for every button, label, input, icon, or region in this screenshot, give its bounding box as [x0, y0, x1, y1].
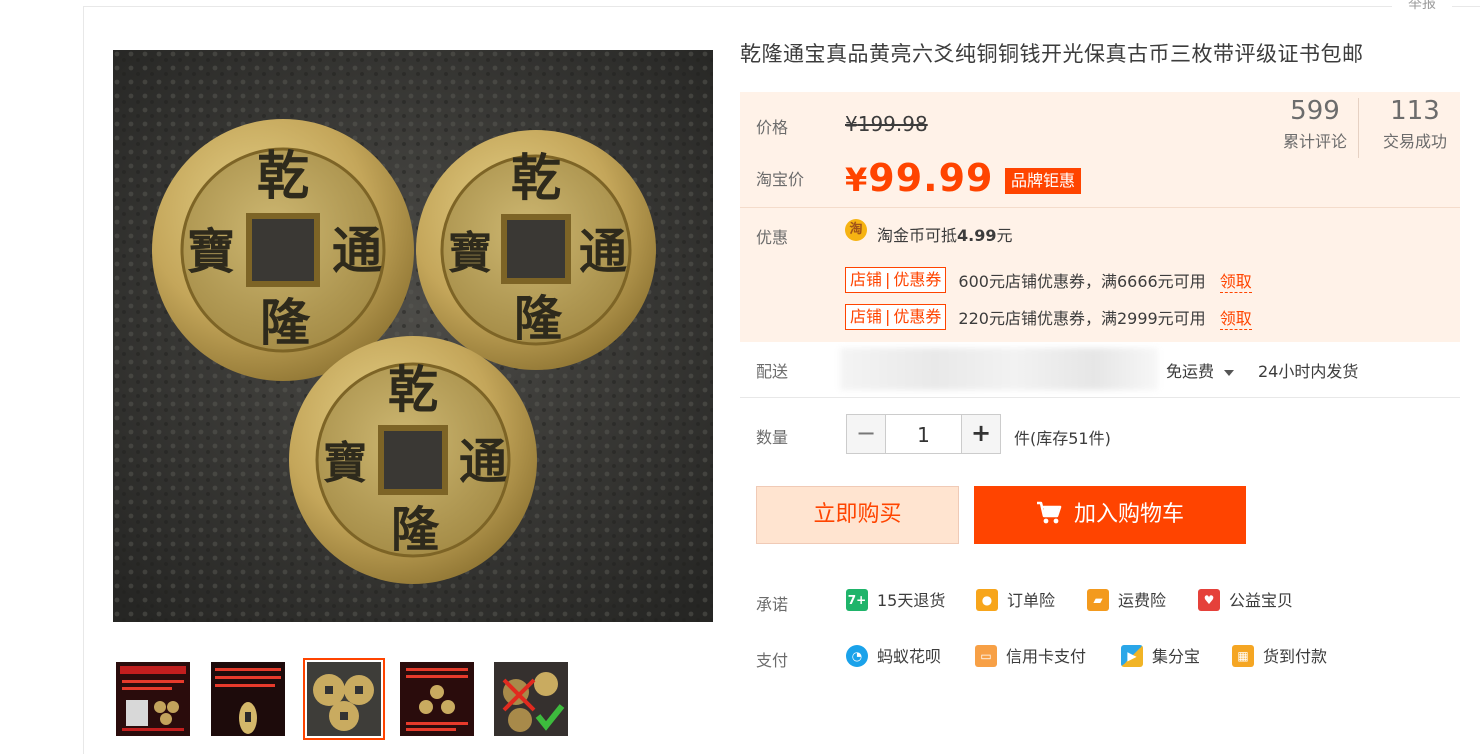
- promise-return[interactable]: 7+ 15天退货: [846, 588, 945, 614]
- promise-charity[interactable]: ♥ 公益宝贝: [1198, 588, 1293, 614]
- svg-text:通: 通: [332, 221, 382, 280]
- taojinbi-icon: 淘: [845, 219, 867, 241]
- delivery-label: 配送: [756, 362, 789, 381]
- svg-text:寶: 寶: [187, 224, 235, 280]
- brand-discount-badge: 品牌钜惠: [1005, 168, 1082, 194]
- sun-icon: ●: [976, 588, 998, 611]
- pay-cash-on-delivery[interactable]: ▦ 货到付款: [1232, 644, 1327, 670]
- review-count-stat[interactable]: 599 累计评论: [1270, 96, 1360, 152]
- pay-credit-card[interactable]: ▭ 信用卡支付: [975, 644, 1086, 670]
- shipping-fee-dropdown[interactable]: 免运费: [1166, 358, 1235, 382]
- thumbnail-2[interactable]: [211, 662, 285, 736]
- taobao-price-label: 淘宝价: [756, 170, 805, 189]
- svg-text:通: 通: [459, 434, 507, 490]
- decrease-button[interactable]: −: [846, 414, 886, 454]
- ship-time: 24小时内发货: [1258, 362, 1359, 381]
- stock-info: 件(库存51件): [1014, 429, 1111, 448]
- quantity-input[interactable]: 1: [886, 414, 961, 454]
- svg-text:乾: 乾: [511, 148, 561, 207]
- thumbnail-3-selected[interactable]: [303, 658, 385, 740]
- thumbnail-4[interactable]: [400, 662, 474, 736]
- trade-count-stat: 113 交易成功: [1382, 96, 1447, 151]
- stats-divider: [1358, 98, 1359, 158]
- svg-text:隆: 隆: [514, 291, 563, 347]
- taobao-price: ¥99.99: [845, 156, 994, 200]
- cart-icon: [1036, 501, 1062, 524]
- price-label: 价格: [756, 118, 789, 137]
- coupon-row-2: 店铺 | 优惠券 220元店铺优惠券，满2999元可用 领取: [845, 304, 1252, 330]
- pay-huabei[interactable]: ◔ 蚂蚁花呗: [846, 644, 941, 670]
- promo-label: 优惠: [756, 228, 789, 247]
- main-product-image: 乾 通 隆 寶 乾 通 隆 寶 乾 通 隆 寶: [113, 50, 713, 622]
- heart-icon: ♥: [1198, 588, 1220, 611]
- thumbnail-strip: [113, 658, 583, 742]
- svg-text:通: 通: [579, 224, 627, 280]
- coupon-row-1: 店铺 | 优惠券 600元店铺优惠券，满6666元可用 领取: [845, 267, 1252, 293]
- cod-icon: ▦: [1232, 644, 1254, 667]
- claim-coupon-link[interactable]: 领取: [1219, 305, 1252, 330]
- shop-coupon-tag: 店铺 | 优惠券: [845, 267, 947, 293]
- svg-text:隆: 隆: [260, 293, 311, 352]
- thumbnail-5[interactable]: [494, 662, 568, 736]
- promotion-section: 优惠 淘 淘金币可抵4.99元 店铺 | 优惠券 600元店铺优惠券，满6666元可用…: [740, 207, 1460, 342]
- truck-icon: ▰: [1087, 588, 1109, 611]
- buy-now-button[interactable]: 立即购买: [756, 486, 959, 544]
- product-page: 举报 乾 通 隆 寶 乾 通 隆 寶 乾 通 隆 寶 乾隆通宝真品黄亮六爻纯铜铜…: [0, 0, 1480, 754]
- coupon-text: 600元店铺优惠券，满6666元可用: [958, 272, 1206, 291]
- price-panel: 价格 ¥199.98 淘宝价 ¥99.99 品牌钜惠 599 累计评论 113 …: [740, 92, 1460, 342]
- svg-text:寶: 寶: [323, 438, 367, 489]
- shop-coupon-tag: 店铺 | 优惠券: [845, 304, 947, 330]
- payment-label: 支付: [756, 651, 789, 670]
- claim-coupon-link[interactable]: 领取: [1219, 268, 1252, 293]
- svg-text:寶: 寶: [448, 228, 492, 279]
- promise-shipping-insurance[interactable]: ▰ 运费险: [1087, 588, 1166, 614]
- svg-text:隆: 隆: [391, 502, 440, 558]
- svg-text:乾: 乾: [388, 360, 438, 419]
- quantity-label: 数量: [756, 428, 789, 447]
- chevron-down-icon: [1224, 369, 1235, 376]
- coupon-text: 220元店铺优惠券，满2999元可用: [958, 309, 1206, 328]
- pay-jifenbao[interactable]: ▶ 集分宝: [1121, 644, 1200, 670]
- product-title: 乾隆通宝真品黄亮六爻纯铜铜钱开光保真古币三枚带评级证书包邮: [740, 42, 1364, 66]
- promise-order-insurance[interactable]: ● 订单险: [976, 588, 1055, 614]
- increase-button[interactable]: +: [961, 414, 1001, 454]
- promise-label: 承诺: [756, 595, 789, 614]
- jifenbao-icon: ▶: [1121, 644, 1143, 667]
- svg-text:乾: 乾: [257, 146, 309, 207]
- seven-plus-icon: 7+: [846, 588, 868, 611]
- report-link[interactable]: 举报: [1392, 0, 1452, 14]
- divider: [740, 397, 1460, 398]
- quantity-stepper: − 1 +: [846, 414, 1001, 454]
- credit-card-icon: ▭: [975, 644, 997, 667]
- add-to-cart-button[interactable]: 加入购物车: [974, 486, 1246, 544]
- blurred-address[interactable]: [840, 348, 1158, 390]
- original-price: ¥199.98: [845, 112, 928, 136]
- huabei-icon: ◔: [846, 644, 868, 667]
- sales-stats: 599 累计评论 113 交易成功: [1270, 92, 1460, 164]
- taojinbi-offer: 淘金币可抵4.99元: [877, 226, 1013, 245]
- thumbnail-1[interactable]: [116, 662, 190, 736]
